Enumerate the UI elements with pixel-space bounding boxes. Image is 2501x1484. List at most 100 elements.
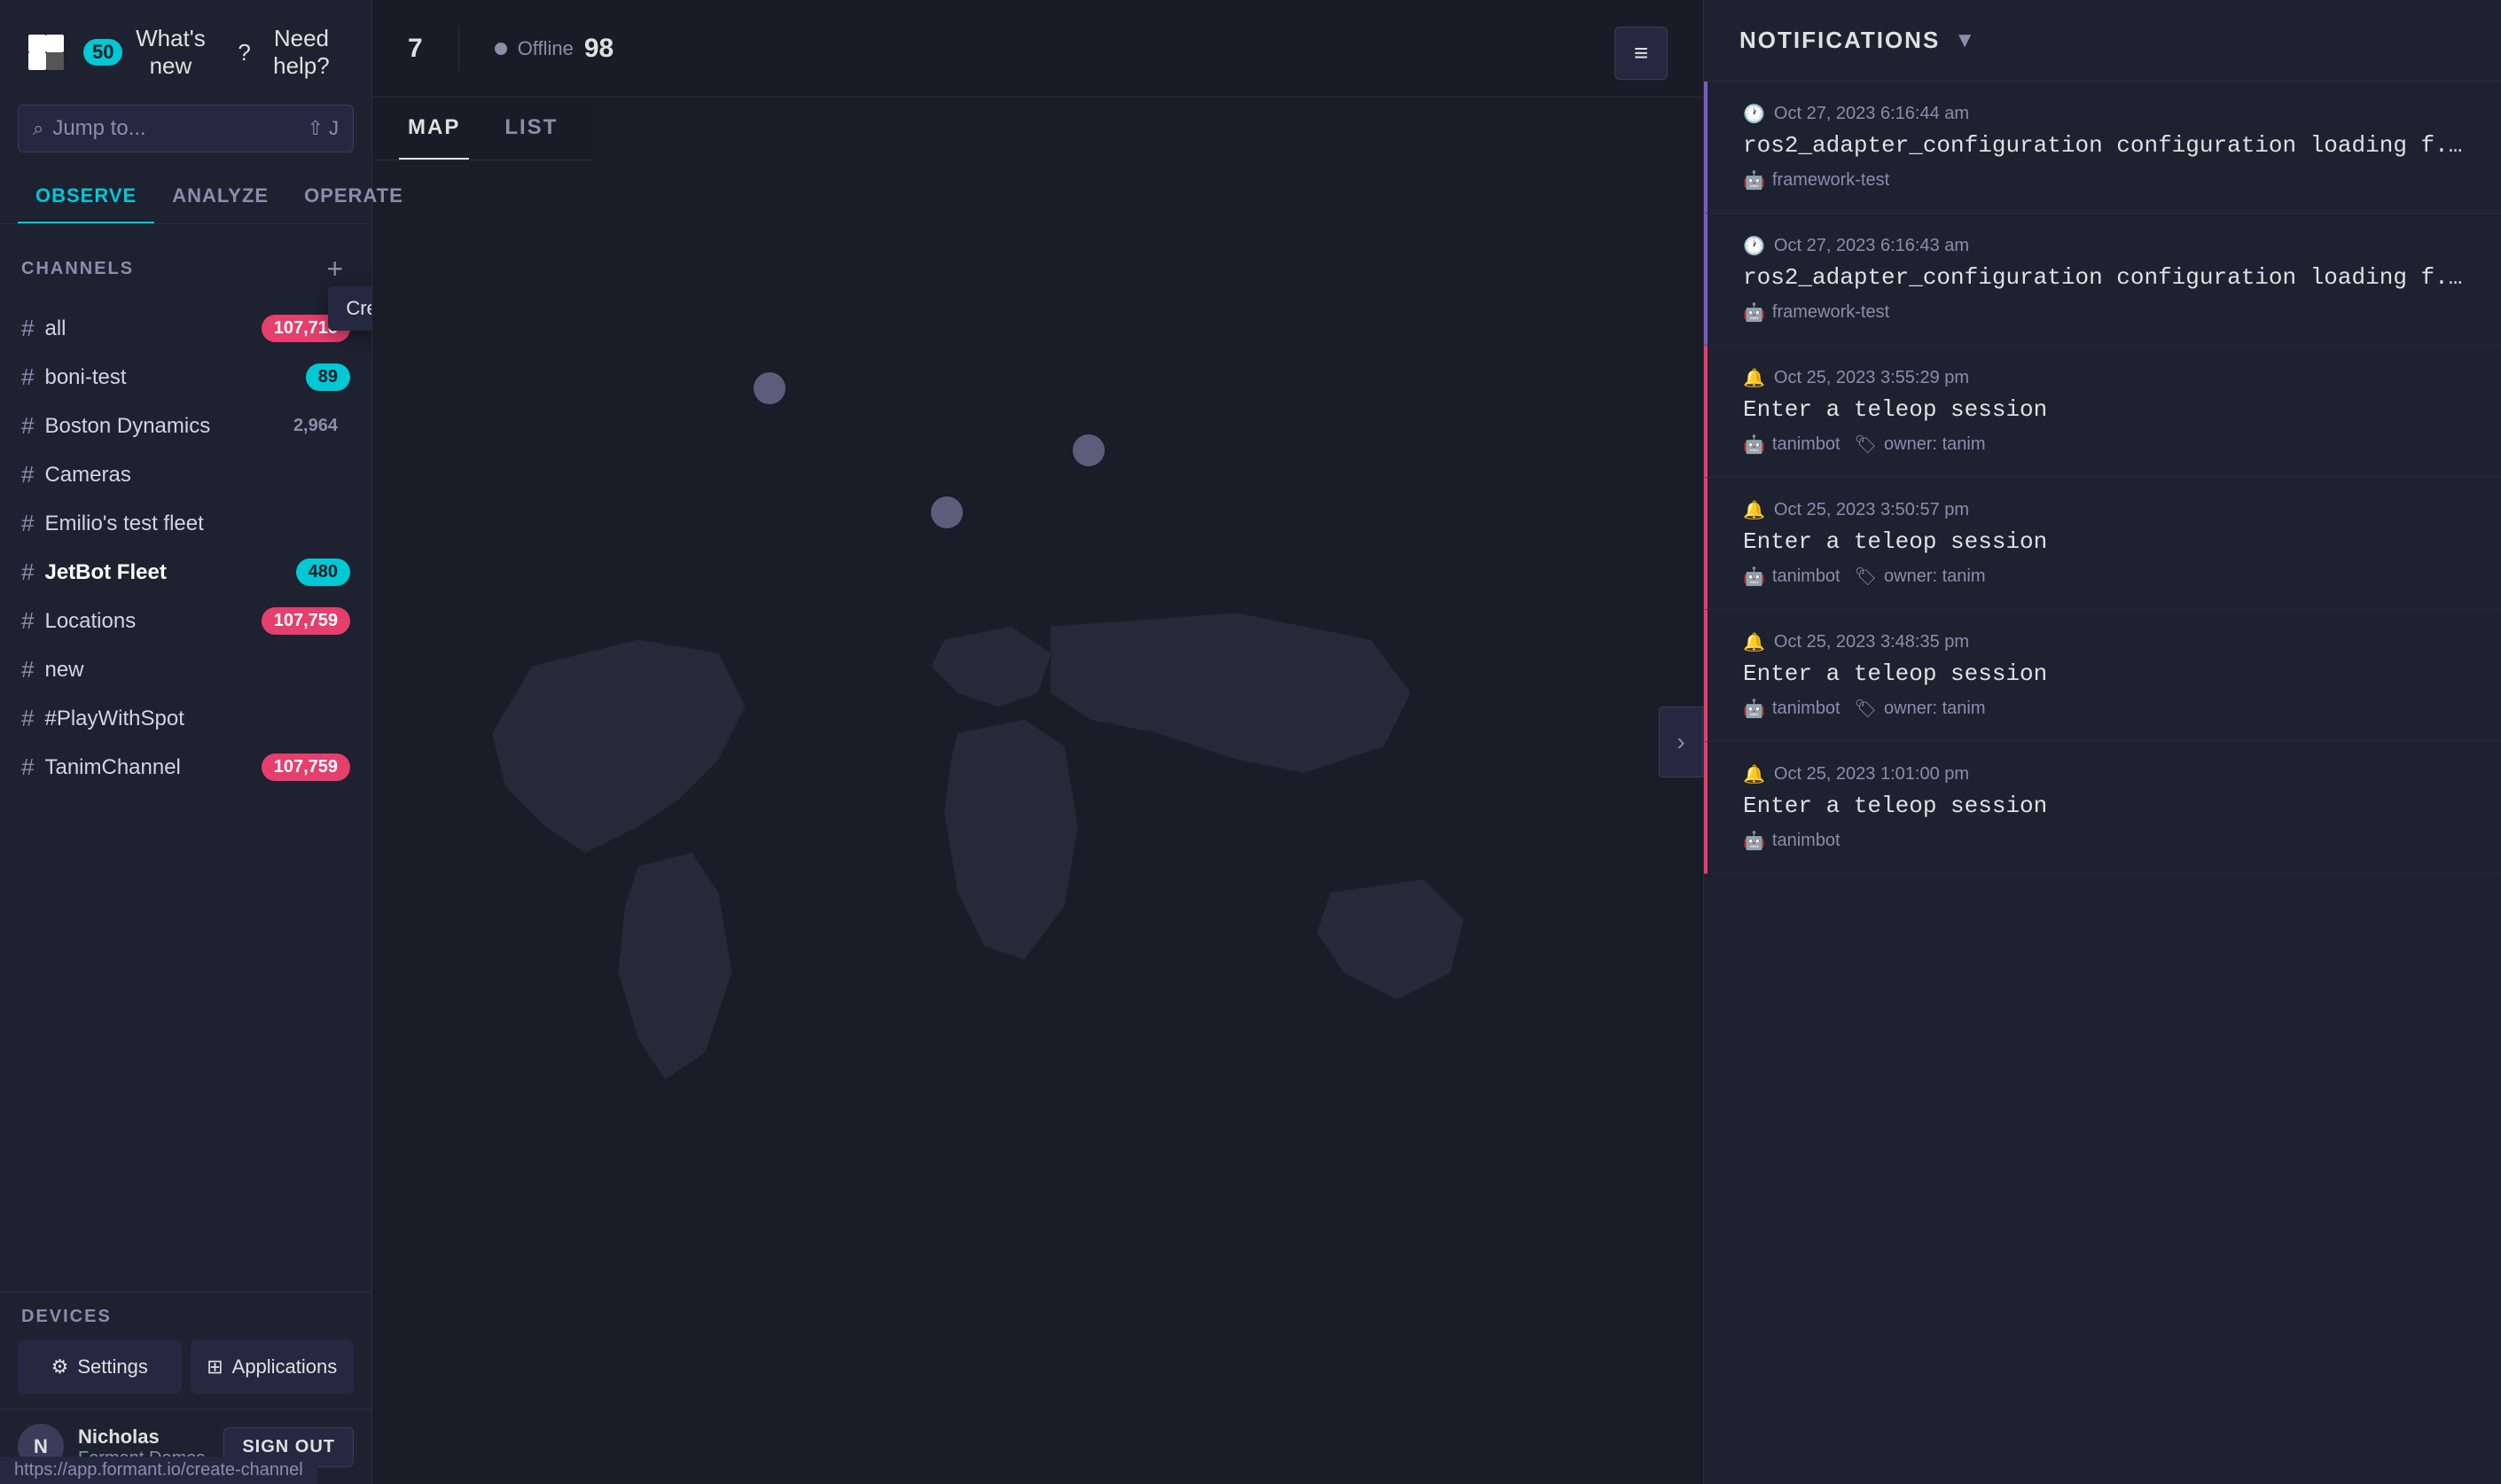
settings-icon: ⚙ [51,1355,69,1379]
notification-meta: 🤖 tanimbot 🏷 owner: tanim [1743,698,2466,720]
navigation-tabs: OBSERVE ANALYZE OPERATE [0,170,371,224]
jump-to-text: Jump to... [52,116,298,141]
channel-item-tanimchannel[interactable]: # TanimChannel 107,759 [0,743,371,792]
robot-meta: 🤖 framework-test [1743,169,1889,191]
channel-name: Boston Dynamics [44,414,270,439]
robot-meta: 🤖 tanimbot [1743,830,1841,852]
tag-meta: 🏷 owner: tanim [1855,698,1986,720]
notification-item[interactable]: 🔔 Oct 25, 2023 3:50:57 pm Enter a teleop… [1704,478,2501,610]
create-channel-tooltip: Create new channel [328,286,371,331]
notification-item[interactable]: 🔔 Oct 25, 2023 3:48:35 pm Enter a teleop… [1704,610,2501,742]
tab-map[interactable]: MAP [399,98,469,160]
channel-item-boston-dynamics[interactable]: # Boston Dynamics 2,964 [0,402,371,450]
bell-icon: 🔔 [1743,367,1765,389]
notification-item[interactable]: 🔔 Oct 25, 2023 1:01:00 pm Enter a teleop… [1704,742,2501,874]
channel-item-jetbot-fleet[interactable]: # JetBot Fleet 480 [0,548,371,597]
whats-new-button[interactable]: 50 What's new [83,25,211,80]
applications-button[interactable]: ⊞ Applications [191,1340,355,1394]
map-robot-1[interactable] [754,372,785,404]
map-robot-3[interactable] [931,496,963,528]
add-channel-button[interactable]: + Create new channel [319,251,350,286]
notification-time: 🔔 Oct 25, 2023 1:01:00 pm [1743,763,2466,785]
notification-item[interactable]: 🕐 Oct 27, 2023 6:16:44 am ros2_adapter_c… [1704,82,2501,214]
notification-meta: 🤖 tanimbot [1743,830,2466,852]
filter-icon: ≡ [1634,39,1648,67]
hash-icon: # [21,754,34,781]
notification-time: 🔔 Oct 25, 2023 3:55:29 pm [1743,367,2466,389]
hash-icon: # [21,558,34,586]
notifications-filter-button[interactable]: ▼ [1954,28,1975,53]
notifications-list: 🕐 Oct 27, 2023 6:16:44 am ros2_adapter_c… [1704,82,2501,1484]
help-label: Need help? [258,25,345,80]
tab-analyze[interactable]: ANALYZE [154,170,286,223]
robot-meta: 🤖 tanimbot [1743,566,1841,588]
notification-time: 🕐 Oct 27, 2023 6:16:43 am [1743,235,2466,257]
channels-title: CHANNELS [21,259,134,279]
notification-message: ros2_adapter_configuration configuration… [1743,132,2466,159]
channel-item-locations[interactable]: # Locations 107,759 [0,597,371,645]
status-item-count: 7 [408,34,423,64]
robot-meta: 🤖 tanimbot [1743,433,1841,456]
channel-item-boni-test[interactable]: # boni-test 89 [0,353,371,402]
notification-item[interactable]: 🕐 Oct 27, 2023 6:16:43 am ros2_adapter_c… [1704,214,2501,346]
expand-right-button[interactable]: › [1659,707,1703,777]
whats-new-badge: 50 [83,39,122,66]
channel-name: Locations [44,609,250,634]
notifications-header: NOTIFICATIONS ▼ [1704,0,2501,82]
bell-icon: 🔔 [1743,763,1765,785]
channel-name: Cameras [44,463,350,488]
channel-badge: 89 [306,363,350,391]
robot-icon: 🤖 [1743,698,1765,720]
hash-icon: # [21,315,34,342]
robot-meta: 🤖 framework-test [1743,301,1889,324]
notification-item[interactable]: 🔔 Oct 25, 2023 3:55:29 pm Enter a teleop… [1704,346,2501,478]
channel-item-all[interactable]: # all 107,716 [0,304,371,353]
offline-count: 98 [584,34,614,64]
channel-name: #PlayWithSpot [44,707,350,731]
offline-dot [495,43,507,55]
grid-icon: ⊞ [207,1355,223,1379]
channel-item-emilios-fleet[interactable]: # Emilio's test fleet [0,499,371,548]
devices-title: DEVICES [18,1307,354,1327]
hash-icon: # [21,705,34,732]
channel-badge: 2,964 [281,412,350,440]
tab-operate[interactable]: OPERATE [286,170,421,223]
jump-to-input[interactable]: ⌕ Jump to... ⇧ J [18,105,354,152]
notification-meta: 🤖 framework-test [1743,169,2466,191]
hash-icon: # [21,656,34,683]
notification-meta: 🤖 tanimbot 🏷 owner: tanim [1743,433,2466,456]
tab-list[interactable]: LIST [496,98,567,160]
main-content: ≡ 7 Offline 98 MAP LIST [372,0,1703,1484]
notification-message: ros2_adapter_configuration configuration… [1743,264,2466,291]
channels-section: CHANNELS + Create new channel # all 107,… [0,224,371,1292]
offline-label: Offline [518,37,574,60]
channel-badge: 107,759 [262,754,350,781]
notification-meta: 🤖 framework-test [1743,301,2466,324]
notification-message: Enter a teleop session [1743,528,2466,555]
tag-meta: 🏷 owner: tanim [1855,433,1986,456]
devices-buttons: ⚙ Settings ⊞ Applications [18,1340,354,1394]
clock-icon: 🕐 [1743,103,1765,125]
hash-icon: # [21,510,34,537]
tag-icon: 🏷 [1855,566,1877,588]
notification-time: 🔔 Oct 25, 2023 3:48:35 pm [1743,631,2466,653]
chevron-right-icon: › [1676,728,1684,756]
tab-observe[interactable]: OBSERVE [18,170,154,223]
tag-meta: 🏷 owner: tanim [1855,566,1986,588]
hash-icon: # [21,607,34,635]
map-robot-2[interactable] [1073,434,1105,466]
help-circle-icon: ? [238,39,250,66]
channel-item-cameras[interactable]: # Cameras [0,450,371,499]
help-button[interactable]: ? Need help? [238,25,345,80]
notifications-title: NOTIFICATIONS [1739,27,1940,54]
tag-icon: 🏷 [1855,698,1877,720]
settings-button[interactable]: ⚙ Settings [18,1340,182,1394]
filter-button[interactable]: ≡ [1614,27,1668,80]
notification-meta: 🤖 tanimbot 🏷 owner: tanim [1743,566,2466,588]
robot-icon: 🤖 [1743,830,1765,852]
channel-item-new[interactable]: # new [0,645,371,694]
clock-icon: 🕐 [1743,235,1765,257]
channel-item-playwithspot[interactable]: # #PlayWithSpot [0,694,371,743]
world-map [372,151,1703,1484]
tag-icon: 🏷 [1855,433,1877,456]
